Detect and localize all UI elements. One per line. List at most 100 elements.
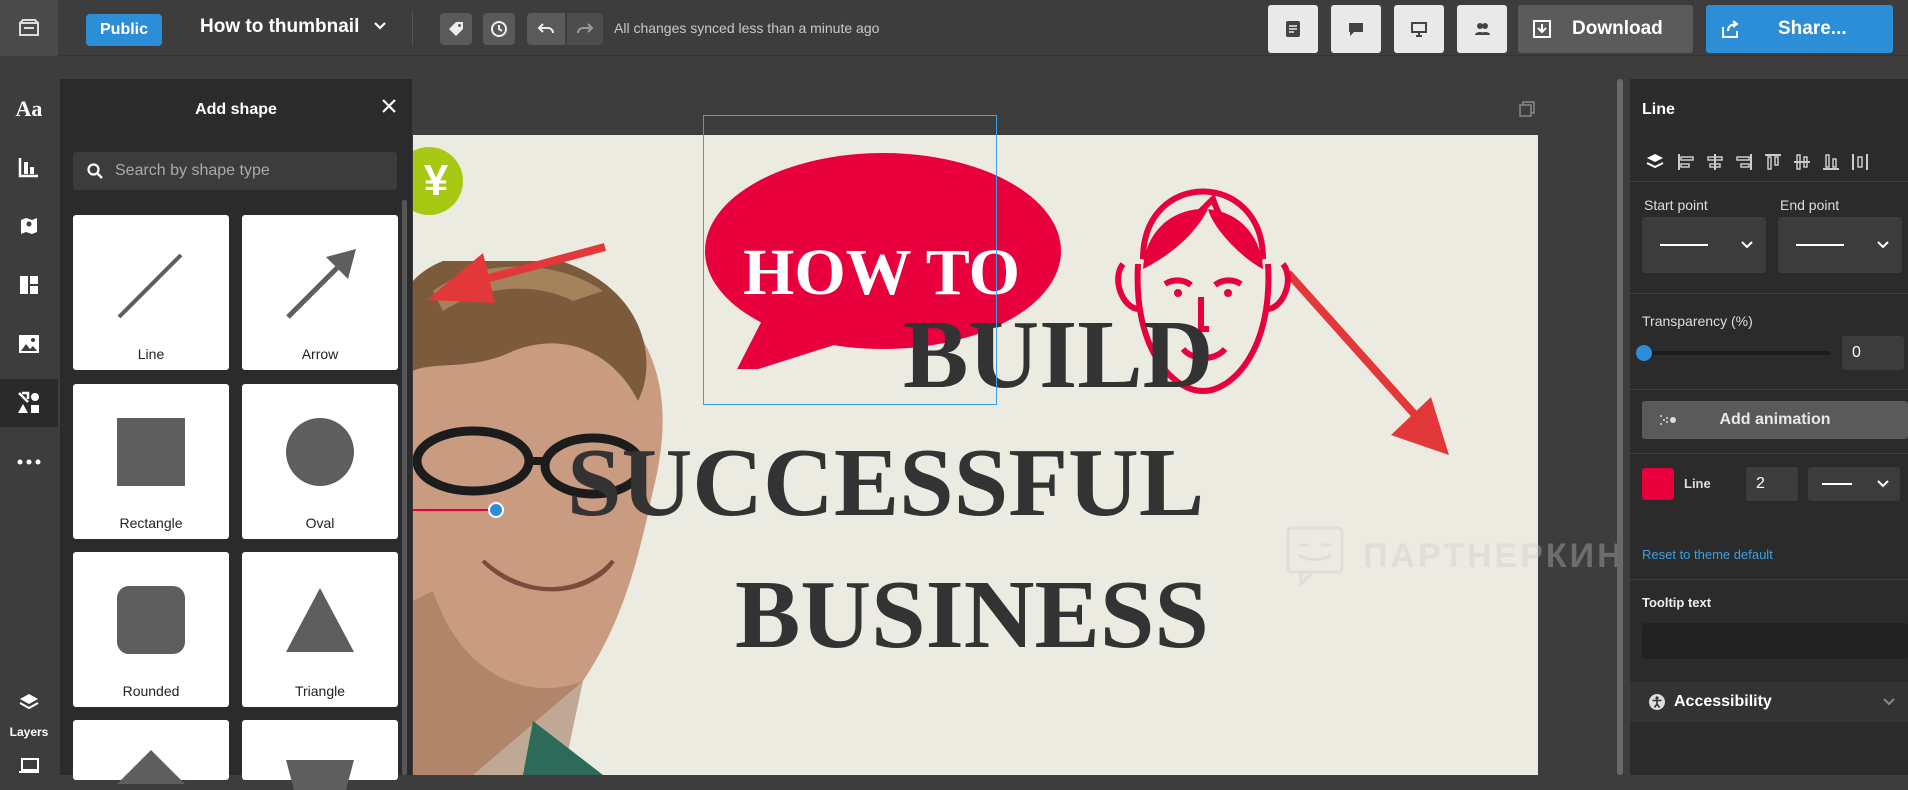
layers-order-icon[interactable] bbox=[1644, 151, 1666, 173]
shape-label: Line bbox=[137, 346, 165, 362]
divider bbox=[412, 12, 413, 46]
layers-icon[interactable] bbox=[0, 687, 58, 717]
slider-thumb[interactable] bbox=[1636, 345, 1652, 361]
redo-icon[interactable] bbox=[567, 13, 603, 45]
divider bbox=[1630, 181, 1908, 182]
distribute-horizontal-icon[interactable] bbox=[1849, 151, 1871, 173]
tooltip-input[interactable] bbox=[1642, 623, 1908, 659]
shape-tile-diamond[interactable] bbox=[73, 720, 229, 784]
line-style-preview bbox=[1822, 483, 1852, 485]
animation-icon bbox=[1660, 415, 1676, 425]
end-point-label: End point bbox=[1780, 197, 1840, 213]
line-width-input[interactable]: 2 bbox=[1746, 467, 1798, 501]
accessibility-section[interactable]: Accessibility bbox=[1630, 682, 1908, 722]
line-style-preview bbox=[1660, 244, 1708, 246]
watermark-logo-icon bbox=[1286, 526, 1344, 587]
start-point-select[interactable] bbox=[1642, 217, 1766, 273]
shape-tile-oval[interactable]: Oval bbox=[242, 384, 398, 539]
copy-icon[interactable] bbox=[1519, 101, 1535, 117]
line-endpoint-handle[interactable] bbox=[488, 502, 504, 518]
align-middle-icon[interactable] bbox=[1791, 151, 1813, 173]
line-style-preview bbox=[1796, 244, 1844, 246]
tag-icon[interactable] bbox=[440, 13, 472, 45]
layout-icon[interactable] bbox=[0, 261, 58, 309]
left-rail: Aa Layers bbox=[0, 57, 58, 775]
shape-label: Oval bbox=[305, 515, 335, 531]
divider bbox=[1630, 453, 1908, 454]
arrow-shape-icon bbox=[286, 249, 356, 319]
collaborators-icon[interactable] bbox=[1457, 5, 1507, 53]
history-icon[interactable] bbox=[483, 13, 515, 45]
watermark-text: ПАРТНЕРКИН bbox=[1363, 536, 1623, 575]
home-icon[interactable] bbox=[0, 0, 58, 56]
watermark: ПАРТНЕРКИН bbox=[1285, 525, 1623, 587]
divider bbox=[1630, 293, 1908, 294]
tooltip-label: Tooltip text bbox=[1642, 595, 1712, 610]
transparency-input[interactable]: 0 bbox=[1842, 336, 1904, 370]
panel-scrollbar[interactable] bbox=[402, 200, 407, 775]
image-icon[interactable] bbox=[0, 320, 58, 368]
visibility-badge[interactable]: Public bbox=[86, 14, 163, 46]
document-title[interactable]: How to thumbnail bbox=[200, 16, 359, 38]
add-animation-label: Add animation bbox=[1719, 411, 1831, 428]
add-animation-button[interactable]: Add animation bbox=[1642, 401, 1908, 439]
transparency-slider[interactable] bbox=[1644, 351, 1830, 355]
chart-icon[interactable] bbox=[0, 143, 58, 191]
download-label: Download bbox=[1572, 18, 1663, 39]
chevron-down-icon[interactable] bbox=[372, 18, 388, 39]
map-icon[interactable] bbox=[0, 202, 58, 250]
share-button[interactable]: Share... bbox=[1706, 5, 1893, 53]
close-icon[interactable] bbox=[382, 99, 396, 118]
line-color-swatch[interactable] bbox=[1642, 468, 1674, 500]
shapes-icon[interactable] bbox=[0, 379, 58, 427]
triangle-shape-icon bbox=[286, 588, 354, 652]
comment-icon[interactable] bbox=[1331, 5, 1381, 53]
shape-tile-triangle[interactable]: Triangle bbox=[242, 552, 398, 707]
canvas-area[interactable]: ¥ HOW TO BUILD SUCCESSFUL BUSINESS ПАРТН… bbox=[413, 79, 1623, 775]
add-shape-panel: Add shape Line Arrow Rectangle Oval Roun… bbox=[60, 79, 412, 790]
alignment-toolbar bbox=[1630, 143, 1908, 181]
shape-tile-rounded[interactable]: Rounded bbox=[73, 552, 229, 707]
notes-icon[interactable] bbox=[1268, 5, 1318, 53]
align-bottom-icon[interactable] bbox=[1820, 151, 1842, 173]
sync-status: All changes synced less than a minute ag… bbox=[614, 20, 880, 36]
align-right-icon[interactable] bbox=[1733, 151, 1755, 173]
start-point-label: Start point bbox=[1644, 197, 1708, 213]
download-icon bbox=[1533, 20, 1551, 38]
align-center-icon[interactable] bbox=[1704, 151, 1726, 173]
text-icon[interactable]: Aa bbox=[0, 85, 58, 133]
selected-line[interactable] bbox=[413, 509, 497, 511]
headline-line-2: SUCCESSFUL bbox=[567, 429, 1205, 537]
share-label: Share... bbox=[1778, 18, 1847, 39]
trapezoid-shape-icon bbox=[286, 760, 354, 790]
end-point-select[interactable] bbox=[1778, 217, 1902, 273]
selection-box[interactable] bbox=[703, 115, 997, 405]
device-icon[interactable] bbox=[0, 751, 58, 781]
more-icon[interactable] bbox=[0, 438, 58, 486]
align-top-icon[interactable] bbox=[1762, 151, 1784, 173]
search-icon bbox=[87, 163, 103, 179]
divider bbox=[1630, 579, 1908, 580]
canvas-scrollbar[interactable] bbox=[1617, 79, 1623, 775]
line-color-label: Line bbox=[1684, 476, 1711, 491]
download-button[interactable]: Download bbox=[1518, 5, 1693, 53]
align-left-icon[interactable] bbox=[1675, 151, 1697, 173]
shape-tile-line[interactable]: Line bbox=[73, 215, 229, 370]
properties-title: Line bbox=[1642, 101, 1675, 118]
top-bar: Public How to thumbnail All changes sync… bbox=[0, 0, 1908, 56]
shape-label: Rectangle bbox=[119, 515, 183, 531]
shape-tile-trapezoid[interactable] bbox=[242, 720, 398, 790]
shape-tile-arrow[interactable]: Arrow bbox=[242, 215, 398, 370]
chevron-down-icon bbox=[1883, 698, 1895, 706]
undo-icon[interactable] bbox=[527, 13, 565, 45]
line-dash-select[interactable] bbox=[1808, 467, 1900, 501]
layers-label[interactable]: Layers bbox=[0, 725, 58, 739]
shape-tile-rectangle[interactable]: Rectangle bbox=[73, 384, 229, 539]
chevron-down-icon bbox=[1877, 241, 1889, 249]
present-icon[interactable] bbox=[1394, 5, 1444, 53]
rounded-shape-icon bbox=[117, 586, 185, 654]
reset-theme-link[interactable]: Reset to theme default bbox=[1642, 547, 1773, 562]
divider bbox=[1630, 389, 1908, 390]
shape-search[interactable] bbox=[73, 152, 397, 190]
search-input[interactable] bbox=[115, 162, 375, 180]
